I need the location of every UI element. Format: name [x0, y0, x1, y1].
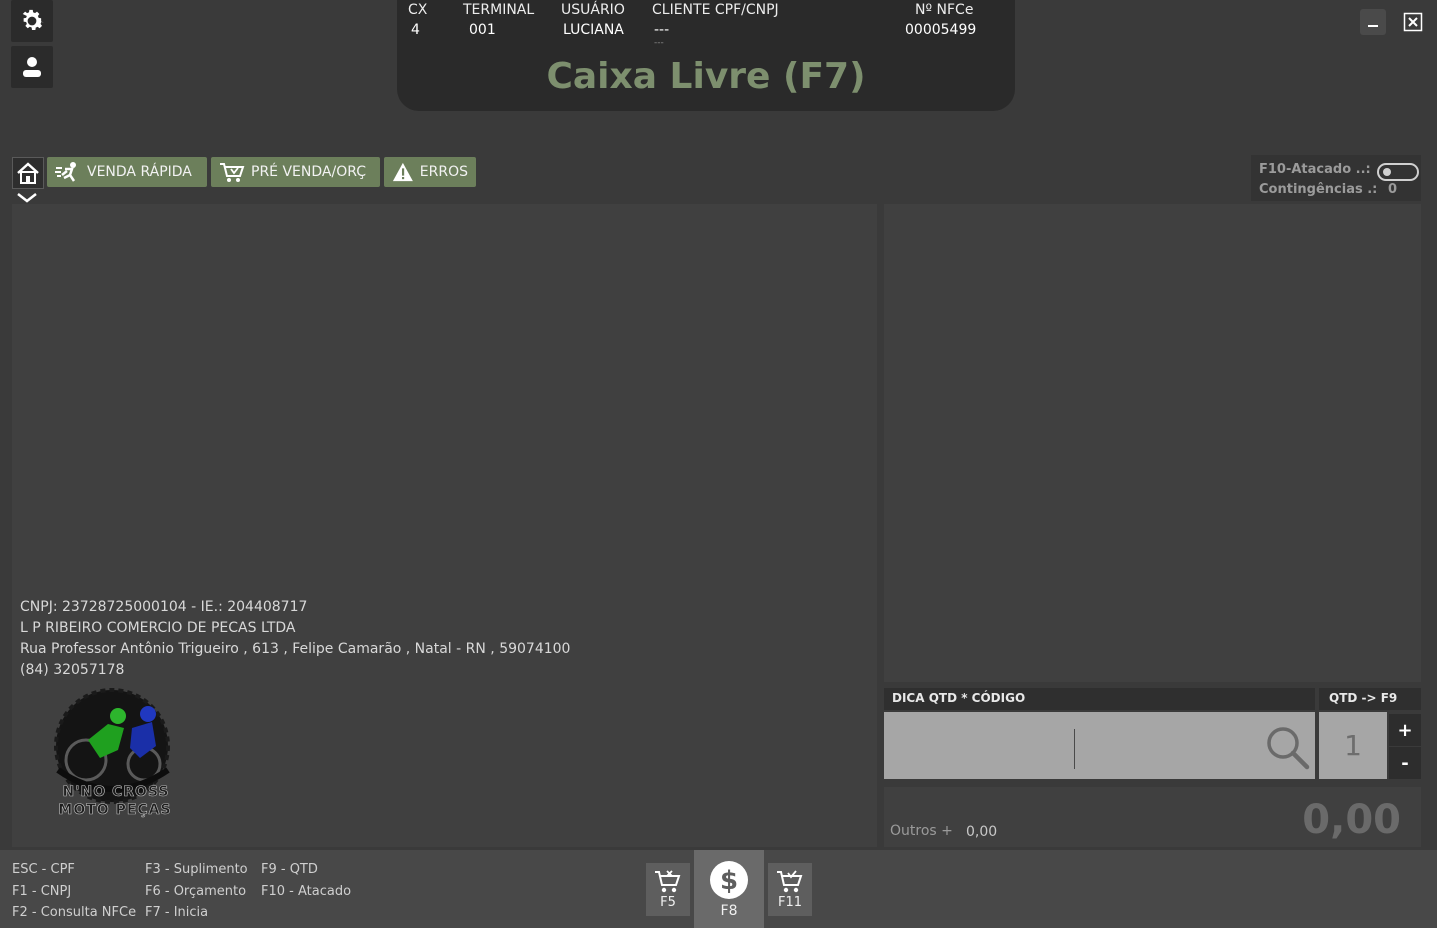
- others-label: Outros +: [890, 823, 953, 839]
- search-icon: [1267, 727, 1310, 770]
- logo-text-2: MOTO PEÇAS: [58, 802, 172, 819]
- tab-pre-venda[interactable]: PRÉ VENDA/ORÇ: [211, 157, 380, 187]
- cx-value: 4: [411, 22, 420, 38]
- code-input[interactable]: [884, 712, 1315, 779]
- f11-sale-button[interactable]: F11: [768, 863, 812, 916]
- status-box: F10-Atacado ..: Contingências .: 0: [1251, 155, 1421, 201]
- f5-cancel-item-button[interactable]: F5: [646, 863, 690, 916]
- dollar-icon: $: [710, 861, 748, 899]
- tab-venda-rapida-label: VENDA RÁPIDA: [87, 164, 192, 180]
- shortcut-f2: F2 - Consulta NFCe: [12, 905, 137, 920]
- shortcut-f10: F10 - Atacado: [261, 884, 352, 899]
- logo-text-1: N'NO CROSS: [62, 784, 170, 801]
- product-image-panel: [884, 204, 1421, 682]
- shortcut-f1: F1 - CNPJ: [12, 884, 72, 899]
- f8-label: F8: [720, 903, 738, 919]
- terminal-label: TERMINAL: [463, 2, 535, 18]
- f8-payment-button[interactable]: $ F8: [694, 850, 764, 928]
- close-icon: [1403, 12, 1423, 32]
- nfce-label: Nº NFCe: [915, 2, 974, 18]
- tab-erros[interactable]: ERROS: [384, 157, 476, 187]
- nfce-value: 00005499: [905, 22, 977, 38]
- company-address: Rua Professor Antônio Trigueiro , 613 , …: [20, 641, 571, 657]
- cart-remove-icon: [655, 870, 681, 893]
- company-logo: N'NO CROSS MOTO PEÇAS: [48, 688, 178, 824]
- header-panel: CX 4 TERMINAL 001 USUÁRIO LUCIANA CLIENT…: [397, 0, 1015, 111]
- company-name: L P RIBEIRO COMERCIO DE PECAS LTDA: [20, 620, 296, 636]
- status-title: Caixa Livre (F7): [546, 56, 866, 97]
- shortcut-f9: F9 - QTD: [261, 862, 318, 877]
- qtd-minus-button[interactable]: -: [1389, 747, 1421, 779]
- shortcut-f7: F7 - Inicia: [145, 905, 209, 920]
- qtd-label: QTD -> F9: [1329, 691, 1398, 705]
- company-cnpj: CNPJ: 23728725000104 - IE.: 204408717: [20, 599, 308, 615]
- terminal-value: 001: [469, 22, 496, 38]
- code-hint-bar: DICA QTD * CÓDIGO: [884, 688, 1315, 710]
- user-icon: [23, 57, 41, 77]
- minimize-icon: [1368, 25, 1378, 27]
- home-button[interactable]: [12, 157, 44, 189]
- contingencias-value: 0: [1388, 182, 1398, 197]
- total-value: 0,00: [1302, 797, 1401, 843]
- company-phone: (84) 32057178: [20, 662, 125, 678]
- warning-icon: [392, 162, 413, 182]
- tab-pre-venda-label: PRÉ VENDA/ORÇ: [251, 164, 367, 180]
- qtd-plus-button[interactable]: +: [1389, 714, 1421, 746]
- cart-icon: [220, 163, 245, 182]
- search-button[interactable]: [1264, 724, 1310, 774]
- tab-venda-rapida[interactable]: VENDA RÁPIDA: [47, 157, 207, 187]
- running-person-icon: [55, 162, 76, 182]
- footer-bar: ESC - CPF F1 - CNPJ F2 - Consulta NFCe F…: [0, 850, 1437, 928]
- f11-label: F11: [777, 895, 803, 910]
- shortcut-f6: F6 - Orçamento: [145, 884, 247, 899]
- settings-button[interactable]: [11, 0, 53, 42]
- atacado-toggle[interactable]: [1377, 163, 1419, 181]
- user-label: USUÁRIO: [561, 2, 625, 18]
- gear-icon: [22, 9, 44, 30]
- qtd-bar: QTD -> F9: [1319, 688, 1421, 710]
- qtd-value[interactable]: 1: [1319, 712, 1387, 779]
- contingencias-label: Contingências .:: [1259, 182, 1378, 197]
- svg-text:$: $: [720, 866, 738, 896]
- cx-label: CX: [408, 2, 428, 18]
- others-value: 0,00: [966, 824, 998, 840]
- f5-label: F5: [660, 895, 676, 910]
- user-button[interactable]: [11, 46, 53, 88]
- cart-check-icon: [777, 870, 803, 893]
- items-panel: CNPJ: 23728725000104 - IE.: 204408717 L …: [12, 204, 877, 847]
- client-label: CLIENTE CPF/CNPJ: [652, 2, 779, 18]
- totals-panel: Outros + 0,00 0,00: [884, 787, 1421, 847]
- user-value: LUCIANA: [563, 22, 624, 38]
- chevron-down-icon: [17, 193, 37, 203]
- tab-erros-label: ERROS: [419, 164, 468, 180]
- close-button[interactable]: [1400, 9, 1426, 35]
- shortcut-f3: F3 - Suplimento: [145, 862, 248, 877]
- client-value: ---: [654, 22, 670, 38]
- text-cursor: [1074, 729, 1075, 769]
- minimize-button[interactable]: [1360, 9, 1386, 35]
- shortcut-esc: ESC - CPF: [12, 862, 75, 877]
- atacado-label: F10-Atacado ..:: [1259, 162, 1371, 177]
- home-icon: [17, 162, 39, 184]
- code-hint-label: DICA QTD * CÓDIGO: [892, 691, 1026, 705]
- client-value-secondary: ---: [654, 38, 664, 48]
